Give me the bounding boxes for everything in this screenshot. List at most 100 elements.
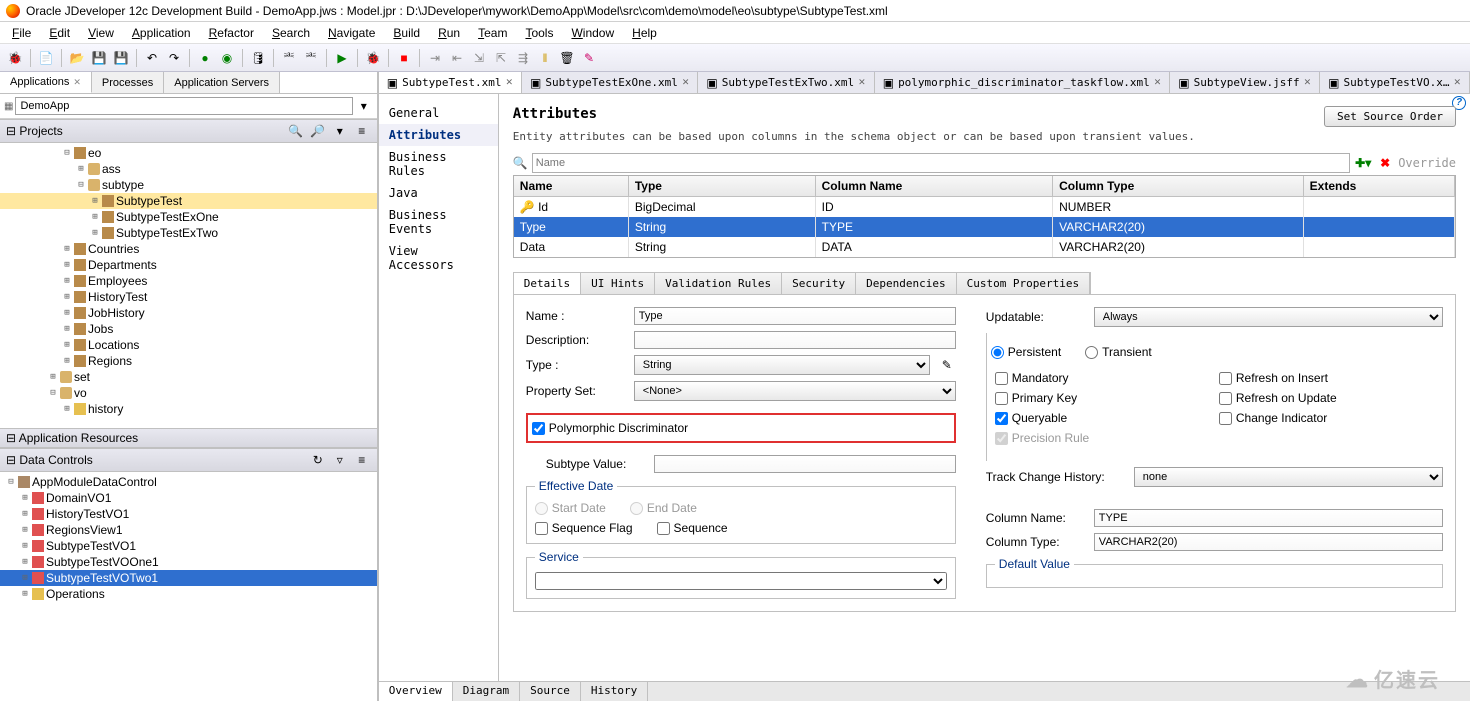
step1-icon[interactable]: ⇥: [426, 49, 444, 67]
expand-icon[interactable]: ⊟: [6, 477, 16, 487]
queryable-checkbox[interactable]: [995, 412, 1008, 425]
expand-icon[interactable]: ⊞: [62, 276, 72, 286]
close-icon[interactable]: ✕: [505, 77, 513, 88]
tree-item[interactable]: ⊞ ass: [0, 161, 377, 177]
editor-tab[interactable]: ▣SubtypeTest.xml ✕: [379, 72, 522, 93]
property-set-select[interactable]: <None>: [634, 381, 956, 401]
close-icon[interactable]: ✕: [1304, 77, 1312, 88]
bottom-tab-source[interactable]: Source: [520, 682, 581, 701]
application-selector[interactable]: DemoApp: [15, 97, 352, 115]
detail-tab-custom-properties[interactable]: Custom Properties: [957, 273, 1091, 294]
table-row[interactable]: 🔑 IdBigDecimalIDNUMBER: [514, 197, 1455, 218]
left-tab-processes[interactable]: Processes: [92, 72, 164, 93]
column-header[interactable]: Name: [514, 176, 629, 197]
step4-icon[interactable]: ⇱: [492, 49, 510, 67]
description-input[interactable]: [634, 331, 956, 349]
column-name-input[interactable]: [1094, 509, 1443, 527]
attributes-table[interactable]: NameTypeColumn NameColumn TypeExtends🔑 I…: [513, 175, 1456, 258]
expand-icon[interactable]: ⊞: [62, 292, 72, 302]
proj-tool2-icon[interactable]: 🔎: [309, 122, 327, 140]
side-nav-java[interactable]: Java: [379, 182, 498, 204]
tree-item[interactable]: ⊞ HistoryTestVO1: [0, 506, 377, 522]
column-header[interactable]: Extends: [1303, 176, 1454, 197]
proj-sort-icon[interactable]: ≡: [353, 122, 371, 140]
tree-item[interactable]: ⊞ JobHistory: [0, 305, 377, 321]
persistent-radio[interactable]: [991, 346, 1004, 359]
dc-filter-icon[interactable]: ▿: [331, 451, 349, 469]
trash-icon[interactable]: 🗑: [558, 49, 576, 67]
editor-tab[interactable]: ▣SubtypeTestVO.x… ✕: [1320, 72, 1470, 93]
close-icon[interactable]: ✕: [73, 77, 81, 88]
expand-icon[interactable]: ⊟: [48, 388, 58, 398]
proj-tool1-icon[interactable]: 🔍: [287, 122, 305, 140]
expand-icon[interactable]: ⊞: [62, 356, 72, 366]
menu-search[interactable]: Search: [264, 24, 318, 41]
side-nav-general[interactable]: General: [379, 102, 498, 124]
projects-header[interactable]: ⊟ Projects 🔍 🔎 ▾ ≡: [0, 119, 377, 143]
wand-icon[interactable]: ✎: [580, 49, 598, 67]
step3-icon[interactable]: ⇲: [470, 49, 488, 67]
updatable-select[interactable]: Always: [1094, 307, 1443, 327]
left-tab-applications[interactable]: Applications ✕: [0, 72, 92, 93]
tree-item[interactable]: ⊞ history: [0, 401, 377, 417]
track-history-select[interactable]: none: [1134, 467, 1443, 487]
menu-build[interactable]: Build: [385, 24, 428, 41]
stop-icon[interactable]: ■: [395, 49, 413, 67]
make-icon[interactable]: ●: [196, 49, 214, 67]
save-icon[interactable]: 💾: [90, 49, 108, 67]
expand-icon[interactable]: ⊟: [62, 148, 72, 158]
bottom-tab-history[interactable]: History: [581, 682, 648, 701]
refresh-insert-checkbox[interactable]: [1219, 372, 1232, 385]
tree-item[interactable]: ⊞ HistoryTest: [0, 289, 377, 305]
menu-view[interactable]: View: [80, 24, 122, 41]
expand-icon[interactable]: ⊞: [90, 196, 100, 206]
project-tree[interactable]: ⊟ eo⊞ ass⊟ subtype⊞ SubtypeTest⊞ Subtype…: [0, 143, 377, 428]
app-resources-header[interactable]: ⊟ Application Resources: [0, 428, 377, 448]
edit-type-icon[interactable]: ✎: [938, 356, 956, 374]
proj-filter-icon[interactable]: ▾: [331, 122, 349, 140]
new-icon[interactable]: 📄: [37, 49, 55, 67]
mandatory-checkbox[interactable]: [995, 372, 1008, 385]
step5-icon[interactable]: ⇶: [514, 49, 532, 67]
dc-refresh-icon[interactable]: ↻: [309, 451, 327, 469]
deploy2-icon[interactable]: ⎃: [302, 49, 320, 67]
app-dropdown-icon[interactable]: ▦: [4, 101, 13, 112]
sequence-flag-checkbox[interactable]: [535, 522, 548, 535]
detail-tab-ui-hints[interactable]: UI Hints: [581, 273, 655, 294]
app-dropdown-arrow[interactable]: ▾: [355, 97, 373, 115]
table-row[interactable]: DataStringDATAVARCHAR2(20): [514, 237, 1455, 257]
column-header[interactable]: Column Type: [1053, 176, 1304, 197]
expand-icon[interactable]: ⊞: [20, 525, 30, 535]
expand-icon[interactable]: ⊞: [62, 340, 72, 350]
subtype-value-input[interactable]: [654, 455, 956, 473]
deploy1-icon[interactable]: ⎃: [280, 49, 298, 67]
expand-icon[interactable]: ⊞: [62, 244, 72, 254]
close-icon[interactable]: ✕: [682, 77, 690, 88]
detail-tab-validation-rules[interactable]: Validation Rules: [655, 273, 782, 294]
tree-item[interactable]: ⊞ SubtypeTestExOne: [0, 209, 377, 225]
add-attribute-icon[interactable]: ✚▾: [1354, 154, 1372, 172]
detail-tab-dependencies[interactable]: Dependencies: [856, 273, 956, 294]
side-nav-business-rules[interactable]: Business Rules: [379, 146, 498, 182]
expand-icon[interactable]: ⊞: [62, 260, 72, 270]
tree-item[interactable]: ⊟ AppModuleDataControl: [0, 474, 377, 490]
tree-item[interactable]: ⊟ vo: [0, 385, 377, 401]
tree-item[interactable]: ⊟ subtype: [0, 177, 377, 193]
debug-icon[interactable]: 🐞: [364, 49, 382, 67]
menu-navigate[interactable]: Navigate: [320, 24, 383, 41]
undo-icon[interactable]: ↶: [143, 49, 161, 67]
bottom-tab-diagram[interactable]: Diagram: [453, 682, 520, 701]
data-controls-header[interactable]: ⊟ Data Controls ↻ ▿ ≡: [0, 448, 377, 472]
column-type-input[interactable]: [1094, 533, 1443, 551]
editor-tab[interactable]: ▣SubtypeTestExOne.xml ✕: [522, 72, 698, 93]
tree-item[interactable]: ⊞ SubtypeTestExTwo: [0, 225, 377, 241]
delete-attribute-icon[interactable]: ✖: [1376, 154, 1394, 172]
menu-team[interactable]: Team: [470, 24, 515, 41]
menu-run[interactable]: Run: [430, 24, 468, 41]
set-source-order-button[interactable]: Set Source Order: [1324, 106, 1456, 127]
data-controls-tree[interactable]: ⊟ AppModuleDataControl⊞ DomainVO1⊞ Histo…: [0, 472, 377, 632]
tree-item[interactable]: ⊞ RegionsView1: [0, 522, 377, 538]
menu-file[interactable]: File: [4, 24, 39, 41]
expand-icon[interactable]: ⊞: [20, 589, 30, 599]
column-header[interactable]: Type: [628, 176, 815, 197]
